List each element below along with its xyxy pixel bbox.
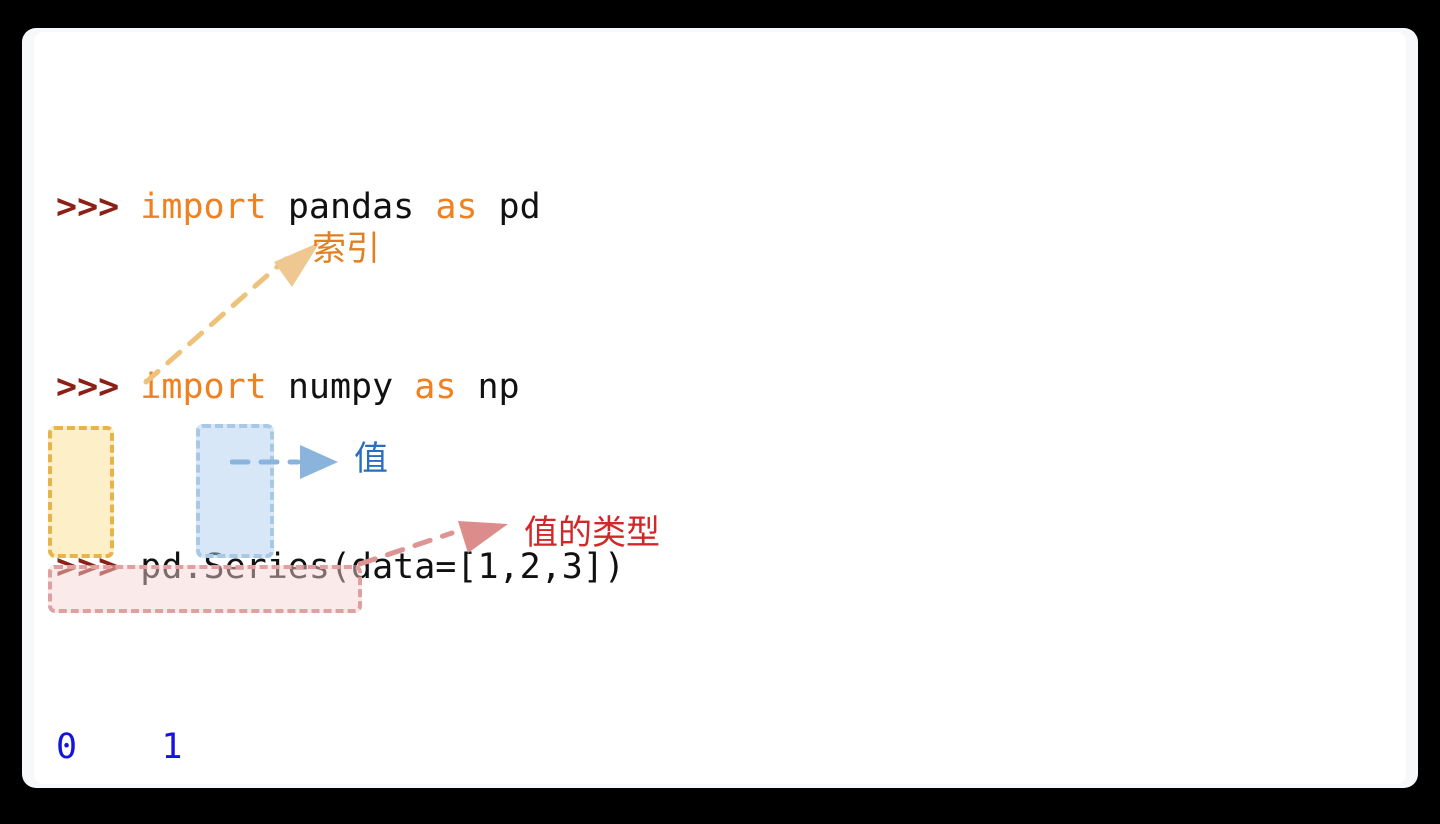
module-token: pandas <box>287 187 436 227</box>
values-highlight-box <box>196 424 274 558</box>
dtype-annotation-label: 值的类型 <box>524 513 660 553</box>
keyword-token: import <box>140 187 288 227</box>
terminal-line: >>> import numpy as np <box>56 365 1406 410</box>
as-token: as <box>435 187 499 227</box>
terminal-transcript: >>> import pandas as pd >>> import numpy… <box>34 32 1406 784</box>
output-token: 0 1 <box>56 727 183 767</box>
terminal-line: 0 1 <box>56 725 1406 770</box>
prompt-token: >>> <box>56 367 141 407</box>
module-token: numpy <box>287 367 415 407</box>
keyword-token: import <box>140 367 288 407</box>
screenshot-root: >>> import pandas as pd >>> import numpy… <box>0 0 1440 824</box>
index-annotation-label: 索引 <box>312 229 380 269</box>
code-card: >>> import pandas as pd >>> import numpy… <box>34 32 1406 784</box>
dtype-highlight-box <box>48 565 362 613</box>
as-token: as <box>414 367 478 407</box>
value-annotation-label: 值 <box>354 439 388 479</box>
prompt-token: >>> <box>56 187 141 227</box>
index-highlight-box <box>48 426 114 558</box>
alias-token: np <box>477 367 520 407</box>
terminal-line: >>> import pandas as pd <box>56 185 1406 230</box>
alias-token: pd <box>498 187 541 227</box>
